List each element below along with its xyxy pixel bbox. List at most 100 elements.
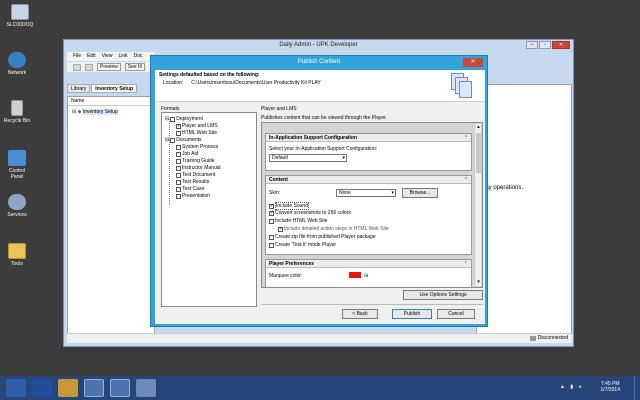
checkbox-player-and-lms[interactable]: ✓ [176,123,181,129]
panel-scrollbar[interactable]: ▴ ▾ [474,124,481,286]
cancel-button[interactable]: Cancel [437,309,475,319]
checkbox-test-case[interactable] [176,186,181,192]
tree-item-test-results[interactable]: Test Results [176,179,209,185]
desktop-icon-recycle-bin[interactable]: Recycle Bin [0,100,37,124]
tree-item-system-process[interactable]: System Process [176,144,218,150]
desktop-icon-control-panel[interactable]: Control Panel [0,150,37,180]
option-detailed-steps[interactable]: ✓ Include detailed action steps in HTML W… [278,226,389,232]
preview-button[interactable]: Preview [97,63,121,71]
skin-select[interactable]: None ▾ [336,189,396,197]
tree-item-inventory-setup[interactable]: Inventory Setup [82,109,118,115]
checkbox-include-sound[interactable]: ✓ [269,203,274,209]
dropdown-arrow-icon: ▾ [391,190,394,196]
tree-item-job-aid[interactable]: Job Aid [176,151,198,157]
option-convert-256[interactable]: ✓ Convert screenshots to 256 colors [269,210,351,216]
collapse-caret-icon[interactable]: ⌃ [464,176,468,184]
tree-item-player-and-lms[interactable]: ✓ Player and LMS [176,123,218,129]
powershell-taskbar-icon[interactable] [32,379,52,397]
config-select-label: Select your In-Application Support Confi… [269,146,378,152]
checkbox-html-web-site[interactable] [176,130,181,136]
checkbox-include-html[interactable] [269,218,274,224]
tree-item-instructor-manual[interactable]: Instructor Manual [176,165,221,171]
checkbox-convert-256[interactable]: ✓ [269,210,274,216]
option-include-html[interactable]: Include HTML Web Site [269,218,328,224]
section-header[interactable]: Player Preferences [266,260,471,268]
location-row: Location: C:\Users\msentosu\Documents\Us… [163,80,321,86]
taskbar-clock[interactable]: 7:45 PM 1/7/2014 [601,381,620,393]
option-test-it-mode[interactable]: Create 'Test It' mode Player [269,242,336,248]
dialog-close-button[interactable]: ✕ [463,58,483,67]
section-player-preferences: Player Preferences ⌃ Marquee color: /a [265,259,472,287]
publish-button[interactable]: Publish [392,309,432,319]
menu-link[interactable]: Link [118,52,127,61]
tree-item-test-case[interactable]: Test Case [176,186,204,192]
image-viewer-taskbar-icon[interactable] [136,379,156,397]
tree-item-html-web-site[interactable]: HTML Web Site [176,130,217,136]
column-header-name[interactable]: Name [68,97,154,106]
button-divider [261,304,483,305]
checkbox-create-zip[interactable] [269,234,274,240]
maximize-button[interactable]: ▫ [539,41,551,49]
checkbox-documents[interactable] [170,137,176,143]
config-select[interactable]: Default ▾ [269,154,347,162]
explorer-taskbar-icon[interactable] [58,379,78,397]
option-create-zip[interactable]: Create zip file from published Player pa… [269,234,376,240]
section-header[interactable]: In-Application Support Configuration [266,134,471,142]
content-pane: day operations. [476,84,572,334]
see-it-button[interactable]: See It! [124,63,146,71]
desktop-icon-services[interactable]: Services [0,194,37,218]
status-text: Disconnected [537,335,568,341]
formats-tree: ⊟ Deployment ✓ Player and LMS HTML Web Sit… [161,112,257,307]
tray-icons[interactable]: ▲ ▮ ◂ [560,384,586,392]
checkbox-job-aid[interactable] [176,151,181,157]
scroll-down-icon[interactable]: ▾ [475,279,482,286]
marquee-color-swatch[interactable] [349,272,361,278]
section-header[interactable]: Content [266,176,471,184]
menu-file[interactable]: File [73,52,81,61]
back-icon[interactable] [73,63,81,71]
use-options-settings-button[interactable]: Use Options Settings [403,290,483,300]
checkbox-instructor-manual[interactable] [176,165,181,171]
menu-edit[interactable]: Edit [87,52,96,61]
computer-icon [11,4,29,20]
minimize-button[interactable]: – [526,41,538,49]
scroll-thumb[interactable] [476,133,481,173]
show-desktop-button[interactable] [634,376,640,400]
dialog-header: Settings defaulted based on the followin… [155,70,485,102]
checkbox-detailed-steps[interactable]: ✓ [278,226,283,232]
upk-app-taskbar-icon[interactable] [110,379,130,397]
collapse-caret-icon[interactable]: ⌃ [464,260,468,268]
taskbar: ▲ ▮ ◂ 7:45 PM 1/7/2014 [0,376,640,400]
collapse-icon[interactable]: ⊟ [165,116,169,122]
upk-developer-taskbar-icon[interactable] [84,379,104,397]
checkbox-system-process[interactable] [176,144,181,150]
forward-icon[interactable] [85,63,93,71]
close-button[interactable]: ✕ [552,41,570,49]
collapse-icon[interactable]: ⊟ [165,137,169,143]
checkbox-test-document[interactable] [176,172,181,178]
outline-tree: ⊟ ◆ Inventory Setup [68,106,154,118]
menu-view[interactable]: View [102,52,113,61]
checkbox-presentation[interactable] [176,193,181,199]
desktop-icon-tools[interactable]: Tools [0,243,37,267]
collapse-caret-icon[interactable]: ⌃ [464,134,468,142]
tree-item-documents[interactable]: ⊟ Documents [165,137,202,143]
tab-inventory-setup[interactable]: Inventory Setup [91,84,138,93]
checkbox-test-results[interactable] [176,179,181,185]
scroll-up-icon[interactable]: ▴ [475,124,482,131]
menu-doc[interactable]: Doc [134,52,143,61]
tree-item-deployment[interactable]: ⊟ Deployment [165,116,203,122]
checkbox-deployment[interactable] [170,116,176,122]
back-button[interactable]: < Back [342,309,378,319]
desktop-icon-network[interactable]: Network [0,52,37,76]
tab-library[interactable]: Library [67,84,91,93]
desktop-icon-computer[interactable]: SLC00DOQ [0,4,40,28]
tree-item-training-guide[interactable]: Training Guide [176,158,215,164]
checkbox-training-guide[interactable] [176,158,181,164]
tree-item-presentation[interactable]: Presentation [176,193,210,199]
checkbox-test-it-mode[interactable] [269,242,274,248]
start-button[interactable] [6,379,26,397]
browse-button[interactable]: Browse... [402,188,438,198]
option-include-sound[interactable]: ✓ Include Sound [269,202,309,210]
tree-item-test-document[interactable]: Test Document [176,172,215,178]
